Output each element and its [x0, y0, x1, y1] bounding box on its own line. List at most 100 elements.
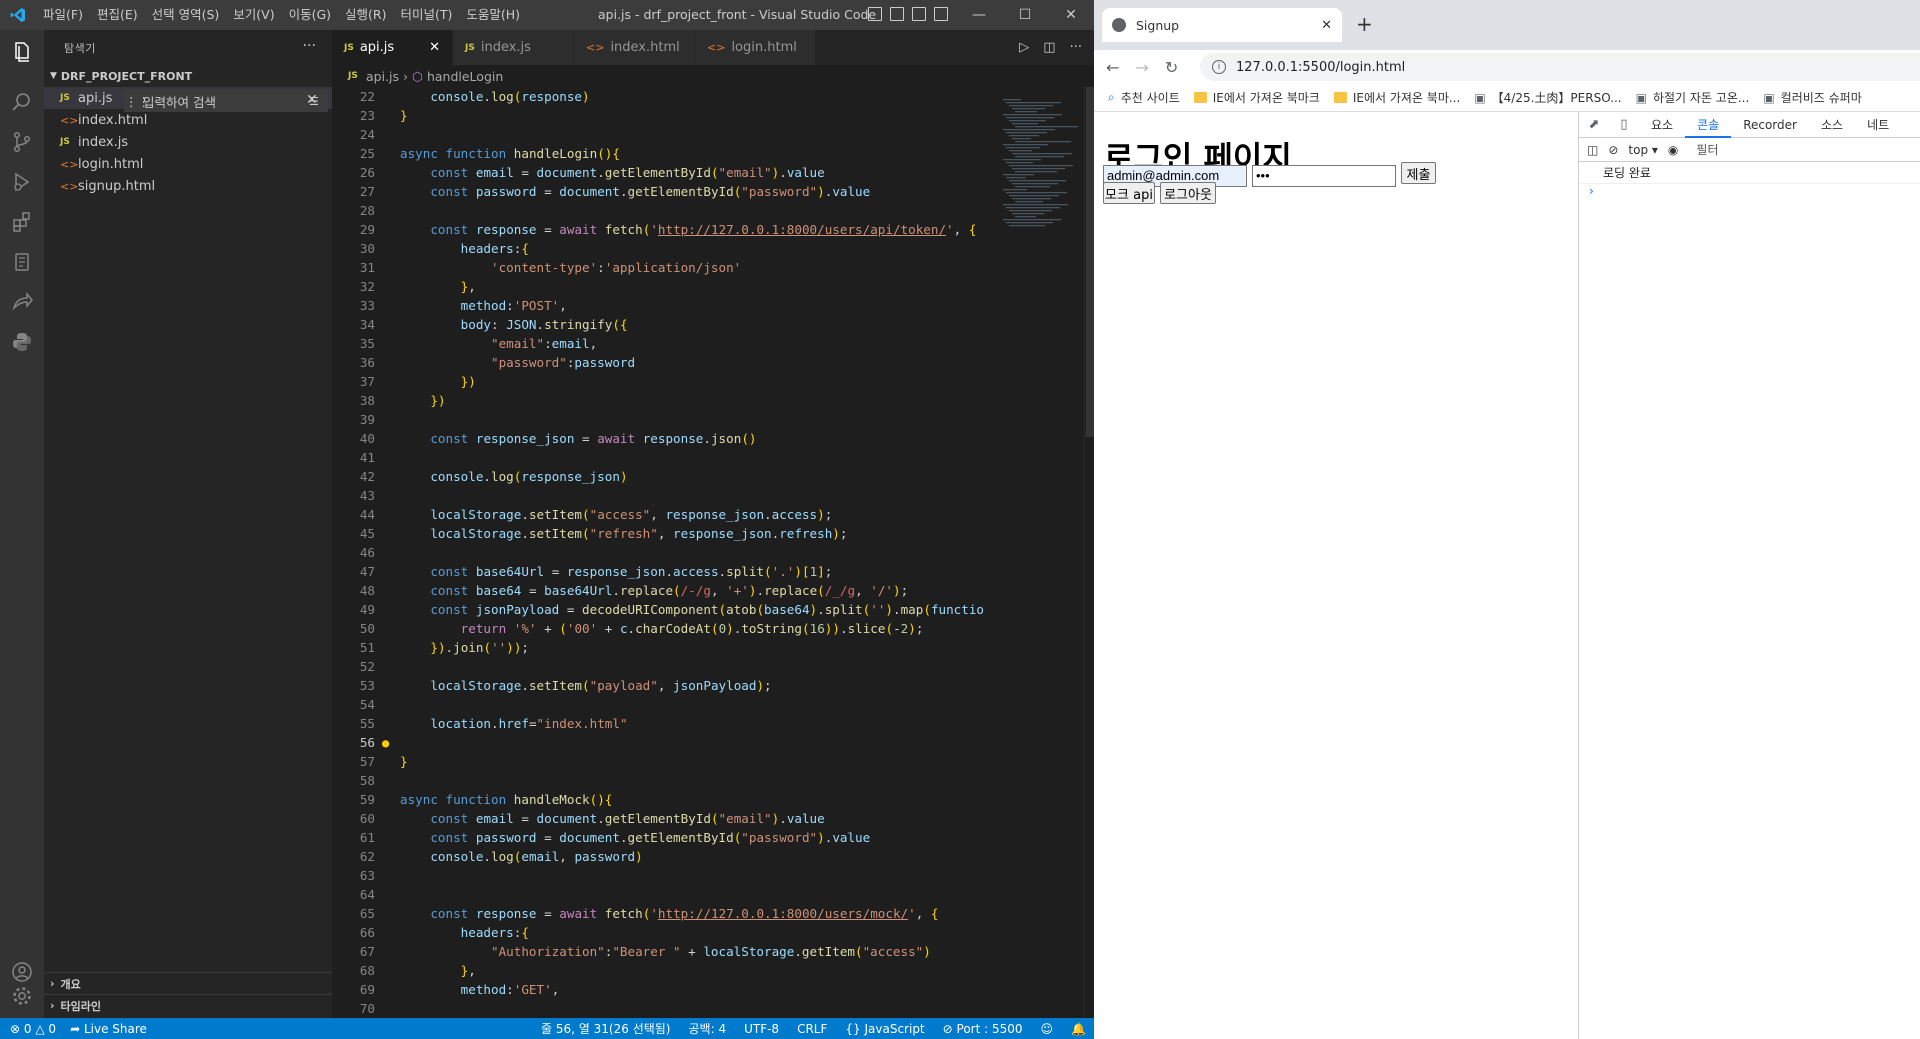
outline-section[interactable]: › 개요	[44, 972, 332, 994]
code-line[interactable]: 25 async function handleLogin(){	[332, 144, 997, 163]
bookmark-item[interactable]: ▣ 컬러비즈 슈퍼마	[1763, 89, 1861, 106]
code-line[interactable]: 54	[332, 695, 997, 714]
devtools-tab[interactable]: Recorder	[1731, 112, 1809, 138]
toggle-panel-icon[interactable]	[890, 7, 904, 21]
menu-item[interactable]: 보기(V)	[226, 0, 281, 30]
devtools-tab[interactable]: 요소	[1639, 112, 1685, 138]
code-line[interactable]: 34 body: JSON.stringify({	[332, 315, 997, 334]
code-line[interactable]: 42 console.log(response_json)	[332, 467, 997, 486]
address-bar[interactable]: i 127.0.0.1:5500/login.html	[1200, 53, 1920, 81]
bookmark-item[interactable]: ⌕ 추천 사이트	[1108, 89, 1180, 106]
inspect-element-icon[interactable]: ⬈	[1579, 112, 1609, 138]
browser-tab[interactable]: Signup ✕	[1102, 8, 1342, 42]
editor-tab[interactable]: JS index.js	[453, 30, 574, 65]
code-line[interactable]: 69 method:'GET',	[332, 980, 997, 999]
editor-tab[interactable]: <> index.html	[574, 30, 695, 65]
code-line[interactable]: 30 headers:{	[332, 239, 997, 258]
extensions-icon[interactable]	[0, 200, 44, 244]
code-line[interactable]: 61 const password = document.getElementB…	[332, 828, 997, 847]
code-line[interactable]: 31 'content-type':'application/json'	[332, 258, 997, 277]
close-icon[interactable]: ✕	[306, 92, 318, 108]
code-line[interactable]: 37 })	[332, 372, 997, 391]
menu-item[interactable]: 터미널(T)	[394, 0, 460, 30]
more-actions-icon[interactable]: ···	[303, 38, 316, 54]
end-of-line[interactable]: CRLF	[797, 1022, 827, 1036]
code-line[interactable]: 47 const base64Url = response_json.acces…	[332, 562, 997, 581]
toggle-secondary-sidebar-icon[interactable]	[912, 7, 926, 21]
tree-find-input[interactable]: 입력하여 검색	[139, 92, 309, 111]
file-item[interactable]: JS index.js	[44, 131, 332, 153]
forward-arrow-icon[interactable]: →	[1135, 58, 1148, 77]
code-line[interactable]: 41	[332, 448, 997, 467]
vertical-scrollbar[interactable]	[1084, 87, 1094, 1018]
devtools-tab[interactable]: 네트	[1855, 112, 1901, 138]
menu-item[interactable]: 선택 영역(S)	[145, 0, 227, 30]
mock-api-button[interactable]: 모크 api	[1103, 182, 1155, 204]
reload-icon[interactable]: ↻	[1165, 58, 1178, 77]
eye-icon[interactable]: ◉	[1668, 143, 1678, 157]
bookmark-item[interactable]: IE에서 가져온 북마크	[1193, 89, 1320, 106]
problems-indicator[interactable]: ⊗ 0 △ 0	[10, 1022, 56, 1036]
code-line[interactable]: 55 location.href="index.html"	[332, 714, 997, 733]
code-line[interactable]: 46	[332, 543, 997, 562]
split-editor-icon[interactable]: ◫	[1043, 40, 1055, 55]
indentation[interactable]: 공백: 4	[689, 1020, 727, 1037]
code-line[interactable]: 45 localStorage.setItem("refresh", respo…	[332, 524, 997, 543]
live-server-port[interactable]: ⊘ Port : 5500	[943, 1022, 1023, 1036]
device-toolbar-icon[interactable]: ▯	[1609, 112, 1639, 138]
minimize-icon[interactable]: —	[956, 0, 1002, 30]
password-input[interactable]: •••	[1252, 165, 1396, 187]
menu-item[interactable]: 도움말(H)	[459, 0, 527, 30]
explorer-icon[interactable]	[0, 30, 44, 74]
maximize-icon[interactable]: ☐	[1002, 0, 1048, 30]
bookmark-item[interactable]: ▣ 【4/25.土肉】PERSO...	[1474, 89, 1621, 106]
code-line[interactable]: 65 const response = await fetch('http://…	[332, 904, 997, 923]
minimap[interactable]	[997, 87, 1084, 1018]
code-line[interactable]: 29 const response = await fetch('http://…	[332, 220, 997, 239]
lightbulb-icon[interactable]: ●	[382, 734, 389, 753]
url-text[interactable]: 127.0.0.1:5500/login.html	[1236, 60, 1405, 75]
close-tab-icon[interactable]: ✕	[429, 40, 440, 55]
code-line[interactable]: 67 "Authorization":"Bearer " + localStor…	[332, 942, 997, 961]
code-line[interactable]: 38 })	[332, 391, 997, 410]
back-arrow-icon[interactable]: ←	[1106, 58, 1119, 77]
logout-button[interactable]: 로그아웃	[1160, 182, 1216, 204]
testing-icon[interactable]	[0, 240, 44, 284]
code-line[interactable]: 57}	[332, 752, 997, 771]
drag-grip-icon[interactable]: ⋮⋮	[125, 94, 150, 109]
source-control-icon[interactable]	[0, 120, 44, 164]
toggle-sidebar-icon[interactable]	[868, 7, 882, 21]
code-line[interactable]: 23}	[332, 106, 997, 125]
code-line[interactable]: 35 "email":email,	[332, 334, 997, 353]
code-line[interactable]: 66 headers:{	[332, 923, 997, 942]
code-line[interactable]: 64	[332, 885, 997, 904]
more-icon[interactable]: ···	[1070, 40, 1082, 55]
console-prompt[interactable]: ›	[1579, 184, 1920, 204]
code-line[interactable]: 40 const response_json = await response.…	[332, 429, 997, 448]
code-line[interactable]: 27 const password = document.getElementB…	[332, 182, 997, 201]
code-line[interactable]: 70	[332, 999, 997, 1018]
code-line[interactable]: 32 },	[332, 277, 997, 296]
context-selector[interactable]: top ▾	[1628, 143, 1658, 157]
devtools-tab[interactable]: 소스	[1809, 112, 1855, 138]
bookmark-item[interactable]: ▣ 하절기 자돈 고온...	[1636, 89, 1750, 106]
file-item[interactable]: <> index.html	[44, 109, 332, 131]
file-item[interactable]: <> signup.html	[44, 175, 332, 197]
menu-item[interactable]: 이동(G)	[282, 0, 338, 30]
live-share-status[interactable]: ➦ Live Share	[70, 1022, 147, 1036]
code-line[interactable]: 68 },	[332, 961, 997, 980]
code-line[interactable]: 58	[332, 771, 997, 790]
python-icon[interactable]	[0, 320, 44, 364]
code-editor[interactable]: 22 console.log(response) 23} 24 25 async fun…	[332, 87, 997, 1018]
run-debug-icon[interactable]	[0, 160, 44, 204]
code-line[interactable]: 53 localStorage.setItem("payload", jsonP…	[332, 676, 997, 695]
menu-item[interactable]: 파일(F)	[36, 0, 90, 30]
close-window-icon[interactable]: ✕	[1048, 0, 1094, 30]
timeline-section[interactable]: › 타임라인	[44, 994, 332, 1016]
encoding[interactable]: UTF-8	[744, 1022, 779, 1036]
code-line[interactable]: 50 return '%' + ('00' + c.charCodeAt(0).…	[332, 619, 997, 638]
scrollbar-thumb[interactable]	[1086, 87, 1094, 437]
new-tab-icon[interactable]: +	[1356, 12, 1373, 36]
filter-input[interactable]: 필터	[1688, 141, 1718, 158]
code-line[interactable]: 63	[332, 866, 997, 885]
